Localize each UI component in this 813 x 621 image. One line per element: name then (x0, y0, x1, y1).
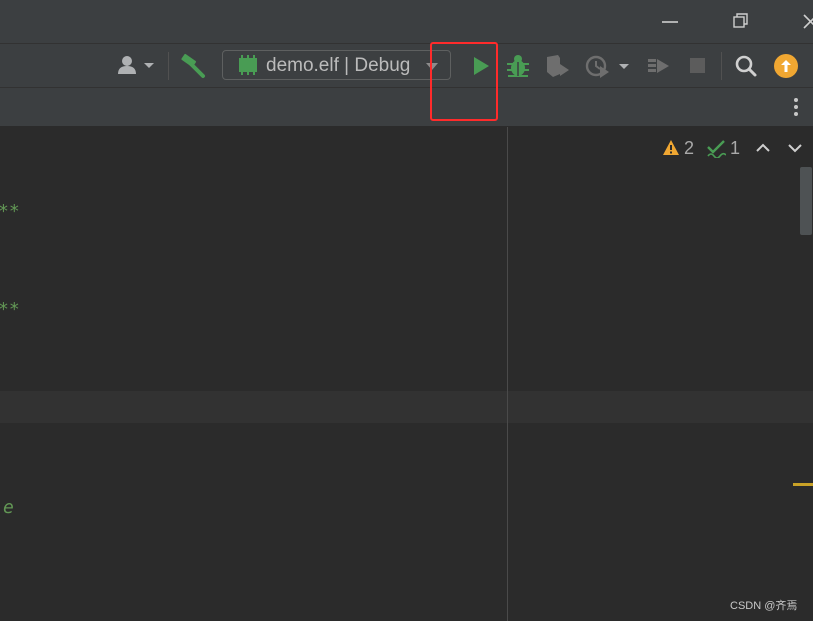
user-menu-button[interactable] (112, 50, 158, 82)
next-highlight-icon[interactable] (784, 138, 806, 158)
run-configuration-selector[interactable]: demo.elf | Debug (222, 50, 451, 80)
right-margin-guide (507, 127, 508, 621)
inspection-widget[interactable]: 2 1 (662, 136, 806, 160)
profile-icon (585, 55, 629, 78)
ide-update-button[interactable] (770, 50, 802, 82)
restore-icon (733, 13, 748, 28)
coverage-icon (547, 55, 569, 77)
close-button[interactable] (790, 0, 813, 43)
chip-icon (239, 55, 257, 75)
attach-icon (648, 59, 669, 73)
title-bar (0, 0, 813, 43)
close-icon (803, 14, 813, 29)
weak-warning-count: 1 (730, 137, 741, 158)
run-with-coverage-button[interactable] (542, 50, 574, 82)
main-toolbar: demo.elf | Debug (0, 43, 813, 87)
code-editor[interactable]: ** ** e 2 1 (0, 127, 813, 621)
code-comment-fragment: e (3, 497, 14, 518)
weak-warning-check-icon (707, 140, 727, 158)
minimize-button[interactable] (645, 0, 695, 43)
code-comment-fragment: ** (0, 201, 20, 222)
stop-button[interactable] (682, 50, 714, 82)
warning-count: 2 (684, 137, 695, 158)
attach-to-process-button[interactable] (642, 50, 674, 82)
run-button-highlight-box (430, 42, 498, 121)
profile-button[interactable] (582, 50, 632, 82)
restore-button[interactable] (715, 0, 765, 43)
watermark: CSDN @齐焉 (730, 600, 798, 612)
vertical-scrollbar-thumb[interactable] (800, 167, 812, 235)
build-button[interactable] (177, 50, 209, 82)
debug-button[interactable] (502, 50, 534, 82)
hammer-build-icon (181, 53, 205, 78)
warning-icon (663, 140, 679, 155)
editor-tab-bar (0, 87, 813, 127)
debug-bug-icon (507, 55, 529, 77)
stop-icon (690, 58, 705, 73)
user-icon (118, 56, 154, 74)
code-comment-fragment: ** (0, 299, 20, 320)
update-icon (774, 54, 798, 78)
search-everywhere-button[interactable] (730, 50, 762, 82)
minimize-icon (662, 21, 678, 23)
more-options-button[interactable] (785, 94, 807, 120)
previous-highlight-icon[interactable] (752, 138, 774, 158)
search-icon (735, 55, 757, 77)
current-line-highlight (0, 391, 813, 423)
more-vertical-icon (794, 98, 798, 116)
run-configuration-label: demo.elf | Debug (266, 55, 411, 76)
toolbar-separator (721, 52, 722, 80)
error-stripe-marker[interactable] (793, 483, 813, 486)
toolbar-separator (168, 52, 169, 80)
